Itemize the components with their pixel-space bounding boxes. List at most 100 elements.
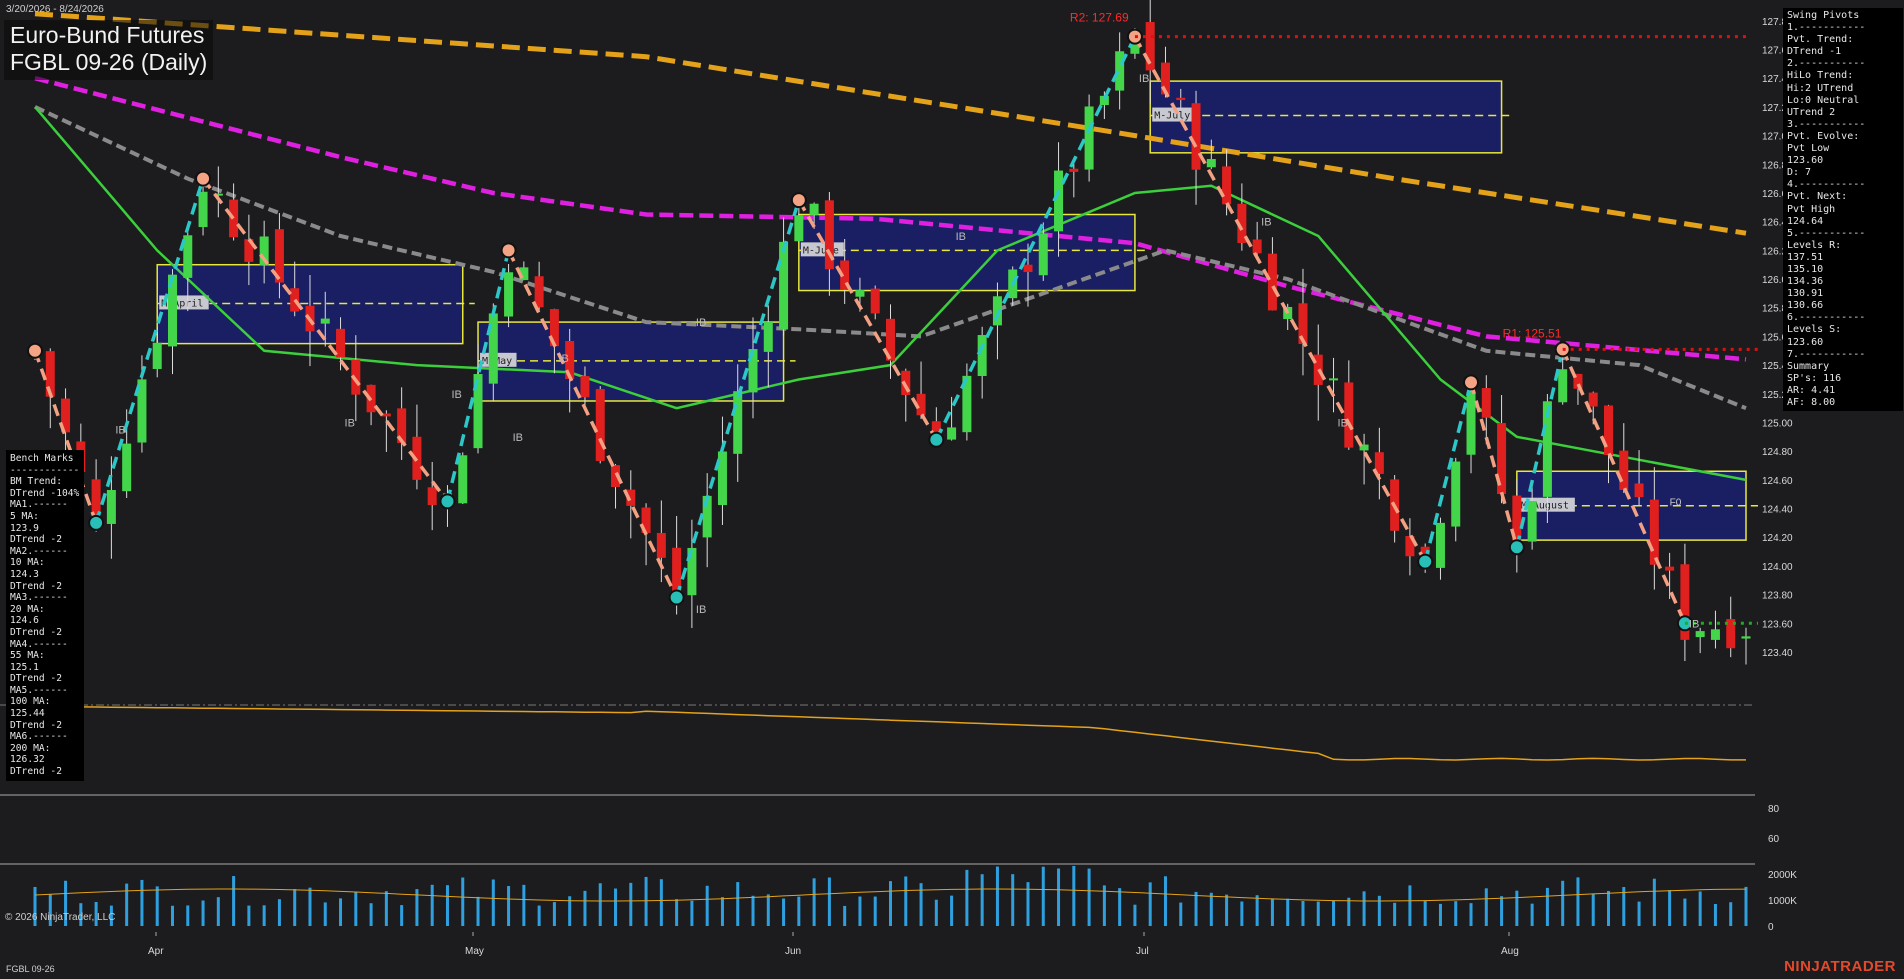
candle-body xyxy=(1604,405,1614,455)
bench-mark-line: 124.3 xyxy=(10,568,39,580)
candle-body xyxy=(656,532,666,558)
volume-bar xyxy=(1515,890,1519,926)
oscillator-tick: 80 xyxy=(1768,804,1780,815)
volume-bar xyxy=(339,898,343,926)
swing-pivot-line: 2.----------- xyxy=(1787,58,1866,70)
volume-bar xyxy=(140,879,144,926)
candle-body xyxy=(809,203,819,215)
volume-bar xyxy=(843,905,847,926)
bench-mark-line: 5 MA: xyxy=(10,510,39,522)
volume-bar xyxy=(1316,901,1320,926)
value-area-label: M-July xyxy=(1154,111,1190,122)
chart-symbol-title: FGBL 09-26 (Daily) xyxy=(10,49,208,75)
volume-bar xyxy=(736,882,740,926)
candle-body xyxy=(1634,483,1644,498)
time-tick-label: Apr xyxy=(148,946,164,957)
bench-mark-line: 126.32 xyxy=(10,754,45,766)
swing-low-marker xyxy=(928,431,945,448)
volume-bar xyxy=(384,891,388,926)
volume-bar xyxy=(980,874,984,926)
candle-body xyxy=(1481,388,1491,418)
bench-mark-line: Bench Marks xyxy=(10,453,74,464)
candle-body xyxy=(1267,253,1277,311)
volume-bar xyxy=(1484,888,1488,926)
volume-bar xyxy=(1286,898,1290,926)
candle-body xyxy=(1038,233,1048,276)
volume-bar xyxy=(1347,897,1351,926)
bench-mark-line: ------------ xyxy=(10,464,80,476)
ib-label: IB xyxy=(956,231,966,243)
volume-bar xyxy=(323,902,327,926)
ib-label: IB xyxy=(696,317,706,329)
swing-pivot-line: D: 7 xyxy=(1787,167,1812,179)
time-tick-label: May xyxy=(465,946,484,957)
volume-bar xyxy=(873,896,877,926)
bench-mark-line: DTrend -104% xyxy=(10,487,80,499)
volume-bar xyxy=(583,890,587,926)
volume-bar xyxy=(751,895,755,926)
candle-body xyxy=(1069,168,1079,172)
bench-mark-line: 200 MA: xyxy=(10,742,51,754)
candle-body xyxy=(229,199,239,238)
swing-high-marker xyxy=(1463,374,1480,391)
swing-pivot-line: Pvt High xyxy=(1787,203,1836,215)
bench-mark-line: MA4.------ xyxy=(10,638,68,650)
price-tick: 124.40 xyxy=(1762,505,1793,516)
swing-pivot-line: 6.----------- xyxy=(1787,312,1866,324)
volume-bar xyxy=(1530,903,1534,926)
volume-bar xyxy=(1683,898,1687,926)
volume-bar xyxy=(782,898,786,926)
candle-body xyxy=(1252,239,1262,254)
volume-bar xyxy=(812,878,816,926)
volume-bar xyxy=(1011,874,1015,926)
volume-bar xyxy=(552,902,556,926)
ib-label: IB xyxy=(115,425,125,437)
bench-mark-line: MA6.------ xyxy=(10,731,68,743)
volume-bar xyxy=(247,905,251,926)
candle-body xyxy=(1191,103,1201,170)
volume-bar xyxy=(1637,901,1641,926)
candle-body xyxy=(534,276,544,308)
volume-bar xyxy=(125,883,129,926)
candle-body xyxy=(290,288,300,312)
volume-bar xyxy=(170,905,174,926)
volume-bar xyxy=(1332,900,1336,926)
bench-mark-line: DTrend -2 xyxy=(10,626,62,638)
r1-label: R1: 125.51 xyxy=(1503,326,1562,340)
bench-marks-panel: Bench Marks ------------ BM Trend: DTrend -… xyxy=(6,450,84,781)
volume-bar xyxy=(1118,888,1122,926)
candle-body xyxy=(763,322,773,352)
price-tick: 124.60 xyxy=(1762,476,1793,487)
volume-bar xyxy=(155,886,159,926)
volume-bar xyxy=(720,897,724,926)
bench-mark-line: DTrend -2 xyxy=(10,719,62,731)
volume-bar xyxy=(644,876,648,926)
ib-label: IB xyxy=(1338,417,1348,429)
volume-bar xyxy=(1362,891,1366,926)
swing-high-marker xyxy=(500,242,517,259)
bench-mark-line: 55 MA: xyxy=(10,650,45,662)
candle-body xyxy=(870,288,880,314)
volume-bar xyxy=(675,899,679,926)
footer-symbol: FGBL 09-26 xyxy=(6,964,55,974)
ninjatrader-logo: NINJATRADER xyxy=(1784,958,1896,975)
volume-bar xyxy=(1179,902,1183,926)
bench-mark-line: DTrend -2 xyxy=(10,673,62,685)
swing-pivot-line: 1.----------- xyxy=(1787,22,1866,34)
volume-tick: 1000K xyxy=(1768,896,1797,907)
copyright-text: © 2026 NinjaTrader, LLC xyxy=(5,912,116,923)
candle-body xyxy=(1695,631,1705,638)
swing-pivot-line: Swing Pivots xyxy=(1787,10,1860,21)
candle-body xyxy=(1206,159,1216,168)
swing-low-marker xyxy=(1508,539,1525,556)
swing-high-marker xyxy=(195,170,212,187)
ib-label: IB xyxy=(696,604,706,616)
f0-label: F0 xyxy=(1670,498,1682,509)
volume-bar xyxy=(598,883,602,926)
bench-mark-line: 10 MA: xyxy=(10,557,45,569)
price-tick: 123.40 xyxy=(1762,648,1793,659)
price-tick: 123.60 xyxy=(1762,619,1793,630)
swing-pivot-line: 137.51 xyxy=(1787,251,1824,263)
price-chart[interactable]: M-AprilM-MayM-JuneM-JulyM-August R2: 127… xyxy=(0,0,1904,979)
volume-bar xyxy=(1668,890,1672,926)
